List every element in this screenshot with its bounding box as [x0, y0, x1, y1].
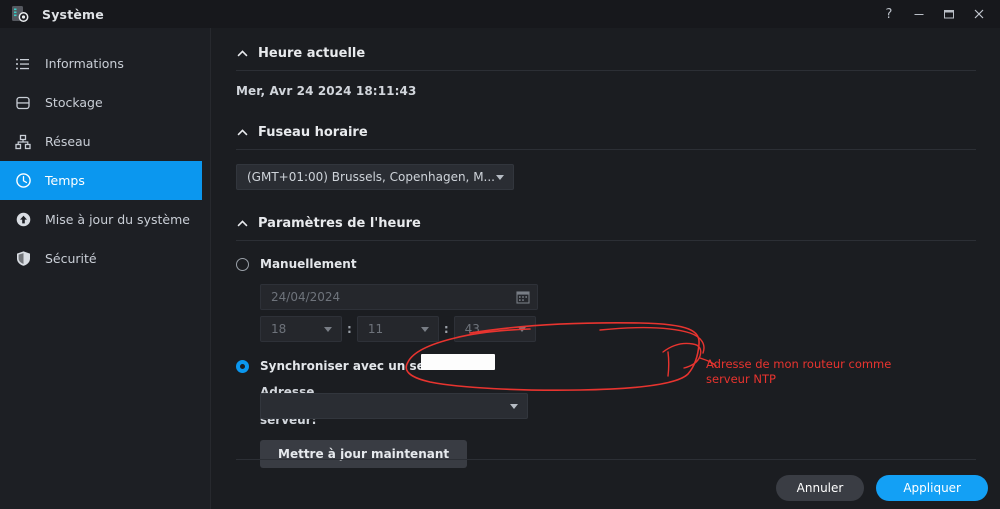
section-title: Paramètres de l'heure: [258, 215, 421, 231]
section-divider: [236, 149, 976, 150]
redaction-block: [421, 354, 495, 370]
second-value: 43: [464, 322, 480, 336]
chevron-down-icon: [496, 175, 504, 180]
window-title: Système: [42, 6, 104, 22]
upload-icon: [14, 211, 32, 229]
manual-radio-button[interactable]: [236, 257, 249, 271]
second-select[interactable]: 43: [453, 316, 536, 342]
chevron-up-icon: [236, 47, 249, 60]
title-bar: Système ?: [0, 0, 1000, 28]
ntp-server-row: Adresse du serveur:: [212, 385, 1000, 427]
section-header-fuseau-horaire[interactable]: Fuseau horaire: [212, 119, 1000, 145]
sidebar-item-securite[interactable]: Sécurité: [0, 239, 202, 278]
section-divider: [236, 70, 976, 71]
section-divider: [236, 240, 976, 241]
minute-select[interactable]: 11: [356, 316, 439, 342]
hour-select[interactable]: 18: [260, 316, 342, 342]
date-row: Date: 24/04/2024: [212, 284, 1000, 310]
section-title: Heure actuelle: [258, 45, 366, 61]
minimize-icon: [914, 14, 924, 15]
time-separator: :: [347, 322, 352, 336]
hour-value: 18: [271, 322, 287, 336]
sidebar-item-label: Mise à jour du système: [45, 212, 190, 227]
update-now-button[interactable]: Mettre à jour maintenant: [260, 440, 468, 468]
system-settings-window: Système ? Informations Stockage Réseau T…: [0, 0, 1000, 509]
maximize-icon: [944, 10, 954, 19]
content-panel: Heure actuelle Mer, Avr 24 2024 18:11:43…: [212, 28, 1000, 509]
annotation-text: Adresse de mon routeur comme serveur NTP: [706, 357, 892, 386]
clock-icon: [14, 172, 32, 190]
chevron-down-icon: [510, 404, 518, 409]
sidebar: Informations Stockage Réseau Temps Mise …: [0, 28, 211, 509]
system-server-icon: [10, 4, 30, 24]
footer-actions: Annuler Appliquer: [775, 475, 988, 501]
cancel-button[interactable]: Annuler: [775, 475, 865, 501]
shield-icon: [14, 250, 32, 268]
section-header-parametres-de-lheure[interactable]: Paramètres de l'heure: [212, 210, 1000, 236]
sidebar-item-label: Informations: [45, 56, 124, 71]
apply-button[interactable]: Appliquer: [876, 475, 988, 501]
sidebar-item-mise-a-jour-du-systeme[interactable]: Mise à jour du système: [0, 200, 202, 239]
manual-radio-label: Manuellement: [260, 257, 357, 271]
section-header-heure-actuelle[interactable]: Heure actuelle: [212, 40, 1000, 66]
sidebar-item-stockage[interactable]: Stockage: [0, 83, 202, 122]
time-separator: :: [443, 322, 449, 336]
sidebar-item-label: Stockage: [45, 95, 103, 110]
sidebar-item-temps[interactable]: Temps: [0, 161, 202, 200]
time-row: Temps: 18 : 11 : 43: [212, 316, 1000, 342]
sidebar-item-label: Temps: [45, 173, 85, 188]
timezone-row: Fuseau horaire: (GMT+01:00) Brussels, Co…: [212, 163, 1000, 191]
date-value: 24/04/2024: [271, 290, 341, 304]
help-button[interactable]: ?: [874, 0, 904, 28]
database-icon: [14, 94, 32, 112]
date-input[interactable]: 24/04/2024: [260, 284, 538, 310]
ntp-radio-button[interactable]: [236, 359, 249, 373]
current-time-value: Mer, Avr 24 2024 18:11:43: [236, 84, 417, 98]
close-icon: [974, 9, 984, 19]
section-title: Fuseau horaire: [258, 124, 368, 140]
sidebar-item-reseau[interactable]: Réseau: [0, 122, 202, 161]
minimize-button[interactable]: [904, 0, 934, 28]
chevron-up-icon: [236, 126, 249, 139]
network-icon: [14, 133, 32, 151]
chevron-down-icon: [324, 327, 332, 332]
ntp-server-select[interactable]: [260, 393, 528, 419]
timezone-select[interactable]: (GMT+01:00) Brussels, Copenhagen, M...: [236, 164, 514, 190]
minute-value: 11: [367, 322, 384, 336]
calendar-icon[interactable]: [516, 290, 530, 307]
timezone-selected-value: (GMT+01:00) Brussels, Copenhagen, M...: [247, 170, 495, 184]
chevron-down-icon: [420, 327, 429, 332]
chevron-down-icon: [517, 327, 526, 332]
close-button[interactable]: [964, 0, 994, 28]
footer-divider: [236, 459, 976, 460]
sidebar-item-label: Sécurité: [45, 251, 97, 266]
maximize-button[interactable]: [934, 0, 964, 28]
chevron-up-icon: [236, 217, 249, 230]
manual-radio-row[interactable]: Manuellement: [212, 257, 1000, 271]
sidebar-item-informations[interactable]: Informations: [0, 44, 202, 83]
sidebar-item-label: Réseau: [45, 134, 91, 149]
help-icon: ?: [885, 6, 893, 22]
list-icon: [14, 55, 32, 73]
